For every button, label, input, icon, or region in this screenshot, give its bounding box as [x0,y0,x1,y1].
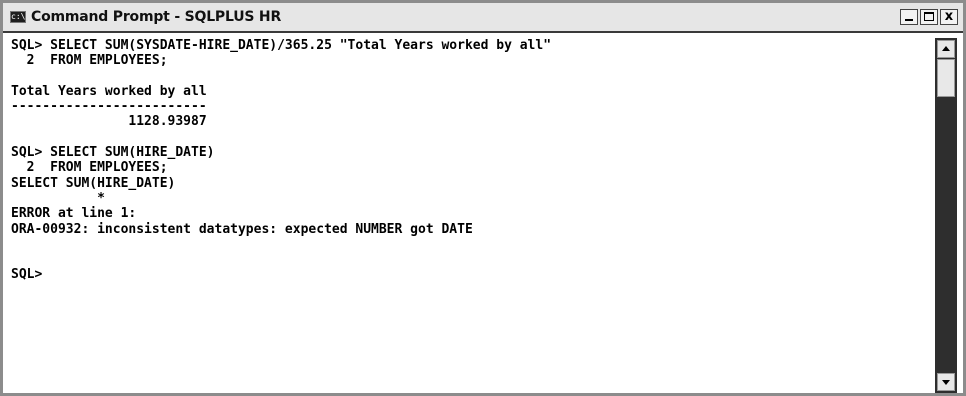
console-line: SQL> [11,267,43,283]
minimize-icon [905,19,913,21]
vertical-scrollbar[interactable] [935,38,957,393]
console-line: ------------------------- [11,99,207,115]
console-line: 2 FROM EMPLOYEES; [11,160,168,176]
console-line: 1128.93987 [11,114,207,130]
console-line: SQL> SELECT SUM(HIRE_DATE) [11,145,215,161]
maximize-icon [924,12,934,21]
scrollbar-thumb[interactable] [937,59,955,97]
console-line: SQL> SELECT SUM(SYSDATE-HIRE_DATE)/365.2… [11,38,552,53]
maximize-button[interactable] [920,9,938,25]
window-controls: x [900,9,958,27]
window-title: Command Prompt - SQLPLUS HR [31,9,282,25]
scroll-up-button[interactable] [937,40,955,58]
arrow-up-icon [942,46,950,51]
console-line: Total Years worked by all [11,83,207,99]
console-line: ORA-00932: inconsistent datatypes: expec… [11,221,473,237]
arrow-down-icon [942,380,950,385]
console-line: SELECT SUM(HIRE_DATE) [11,175,176,191]
console-line: ERROR at line 1: [11,206,137,222]
scroll-down-button[interactable] [937,373,955,391]
console-app-icon[interactable]: c:\ [10,11,26,23]
command-prompt-window: c:\ Command Prompt - SQLPLUS HR x SQL> S… [0,0,966,396]
console-output[interactable]: SQL> SELECT SUM(SYSDATE-HIRE_DATE)/365.2… [11,38,929,393]
close-button[interactable]: x [940,9,958,25]
console-line: * [11,190,105,206]
minimize-button[interactable] [900,9,918,25]
console-line: 2 FROM EMPLOYEES; [11,53,168,69]
close-icon: x [944,9,954,24]
title-bar[interactable]: c:\ Command Prompt - SQLPLUS HR x [3,3,963,33]
